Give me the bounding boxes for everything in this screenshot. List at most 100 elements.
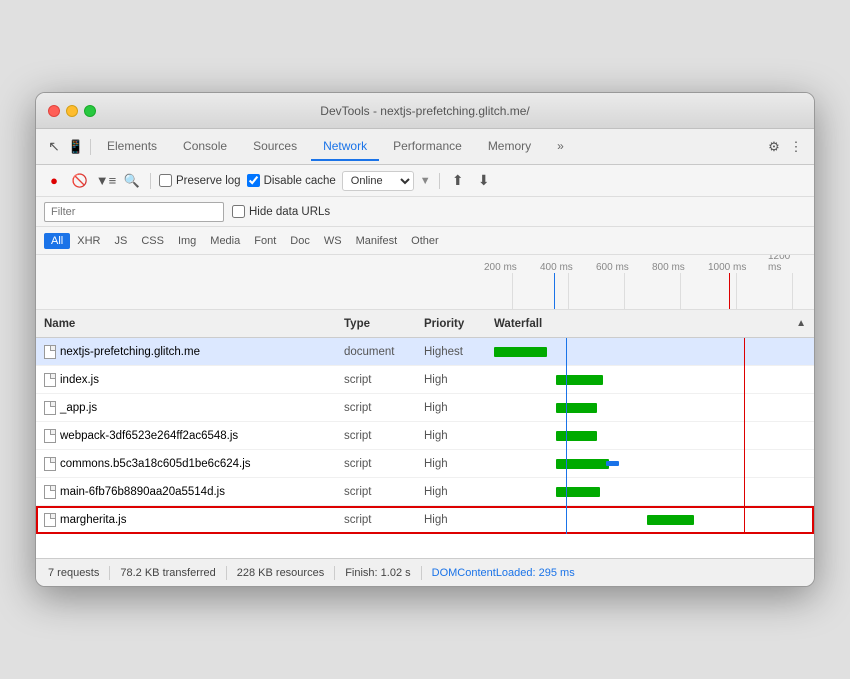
filter-input[interactable] (44, 202, 224, 222)
cursor-icon[interactable]: ↖ (44, 137, 64, 157)
table-row[interactable]: _app.js script High (36, 394, 814, 422)
cell-priority: High (424, 486, 494, 498)
wf-bar-green (556, 459, 609, 469)
grid-line-3 (680, 273, 681, 310)
tab-console[interactable]: Console (171, 133, 239, 161)
sep (334, 566, 335, 580)
status-dom-content-loaded[interactable]: DOMContentLoaded: 295 ms (432, 567, 575, 579)
grid-line-0 (512, 273, 513, 310)
throttle-arrow: ▼ (420, 175, 431, 187)
type-btn-manifest[interactable]: Manifest (349, 233, 405, 249)
table-row[interactable]: index.js script High (36, 366, 814, 394)
preserve-log-checkbox[interactable] (159, 174, 172, 187)
table-row[interactable]: main-6fb76b8890aa20a5514d.js script High (36, 478, 814, 506)
waterfall-header: 200 ms 400 ms 600 ms 800 ms 1000 ms 1200… (36, 255, 814, 310)
table-row-margherita[interactable]: margherita.js script High (36, 506, 814, 534)
type-btn-img[interactable]: Img (171, 233, 203, 249)
grid-line-2 (624, 273, 625, 310)
grid-line-1 (568, 273, 569, 310)
type-btn-css[interactable]: CSS (134, 233, 171, 249)
tab-memory[interactable]: Memory (476, 133, 543, 161)
table-row[interactable]: commons.b5c3a18c605d1be6c624.js script H… (36, 450, 814, 478)
col-header-type[interactable]: Type (344, 318, 424, 330)
col-header-priority[interactable]: Priority (424, 318, 494, 330)
type-btn-media[interactable]: Media (203, 233, 247, 249)
tab-performance[interactable]: Performance (381, 133, 474, 161)
cell-name: commons.b5c3a18c605d1be6c624.js (44, 457, 344, 471)
maximize-button[interactable] (84, 105, 96, 117)
table-row[interactable]: webpack-3df6523e264ff2ac6548.js script H… (36, 422, 814, 450)
sep (226, 566, 227, 580)
wf-blue-vert (566, 478, 567, 506)
type-btn-js[interactable]: JS (107, 233, 134, 249)
cell-waterfall (494, 478, 806, 505)
waterfall-lines (484, 273, 806, 310)
close-button[interactable] (48, 105, 60, 117)
hide-data-urls-label[interactable]: Hide data URLs (232, 205, 330, 218)
file-icon (44, 401, 56, 415)
tab-sources[interactable]: Sources (241, 133, 309, 161)
cell-name: webpack-3df6523e264ff2ac6548.js (44, 429, 344, 443)
file-icon (44, 373, 56, 387)
status-requests: 7 requests (48, 567, 99, 579)
cell-name: main-6fb76b8890aa20a5514d.js (44, 485, 344, 499)
wf-bar-blue (606, 461, 618, 466)
ruler-mark-4: 1000 ms (708, 262, 746, 273)
col-header-waterfall[interactable]: Waterfall ▲ (494, 318, 806, 330)
type-btn-all[interactable]: All (44, 233, 70, 249)
network-controls: ● 🚫 ▼≡ 🔍 Preserve log Disable cache Onli… (36, 165, 814, 197)
status-bar: 7 requests 78.2 KB transferred 228 KB re… (36, 558, 814, 586)
disable-cache-checkbox[interactable] (247, 174, 260, 187)
type-btn-other[interactable]: Other (404, 233, 446, 249)
col-header-name[interactable]: Name (44, 318, 344, 330)
waterfall-ruler: 200 ms 400 ms 600 ms 800 ms 1000 ms 1200… (484, 255, 806, 273)
wf-blue-vert (566, 366, 567, 394)
throttle-select[interactable]: Online Fast 3G Slow 3G (342, 171, 414, 191)
export-har-button[interactable]: ⬇ (474, 171, 494, 191)
tab-elements[interactable]: Elements (95, 133, 169, 161)
import-har-button[interactable]: ⬆ (448, 171, 468, 191)
type-btn-ws[interactable]: WS (317, 233, 349, 249)
cell-priority: High (424, 514, 494, 526)
filter-icon[interactable]: ▼≡ (96, 171, 116, 191)
tab-more[interactable]: » (545, 133, 576, 161)
preserve-log-label[interactable]: Preserve log (159, 174, 241, 187)
mobile-icon[interactable]: 📱 (66, 137, 86, 157)
cell-type: document (344, 346, 424, 358)
filter-bar: Hide data URLs (36, 197, 814, 227)
cell-waterfall (494, 366, 806, 393)
load-line (729, 273, 730, 310)
cell-name: index.js (44, 373, 344, 387)
cell-name: margherita.js (44, 513, 344, 527)
cell-type: script (344, 374, 424, 386)
type-btn-font[interactable]: Font (247, 233, 283, 249)
settings-icon[interactable]: ⚙ (764, 137, 784, 157)
clear-button[interactable]: 🚫 (70, 171, 90, 191)
wf-red-vert (744, 506, 745, 534)
waterfall-track (494, 346, 806, 358)
tab-network[interactable]: Network (311, 133, 379, 161)
type-btn-xhr[interactable]: XHR (70, 233, 107, 249)
titlebar: DevTools - nextjs-prefetching.glitch.me/ (36, 93, 814, 129)
record-button[interactable]: ● (44, 171, 64, 191)
more-icon[interactable]: ⋮ (786, 137, 806, 157)
wf-bar (556, 431, 597, 441)
ruler-mark-1: 400 ms (540, 262, 573, 273)
cell-waterfall (494, 450, 806, 477)
hide-data-urls-checkbox[interactable] (232, 205, 245, 218)
disable-cache-label[interactable]: Disable cache (247, 174, 336, 187)
window-title: DevTools - nextjs-prefetching.glitch.me/ (320, 104, 529, 118)
search-icon[interactable]: 🔍 (122, 171, 142, 191)
wf-blue-vert (566, 394, 567, 422)
dom-content-loaded-line (554, 273, 555, 310)
table-row[interactable]: nextjs-prefetching.glitch.me document Hi… (36, 338, 814, 366)
cell-waterfall (494, 394, 806, 421)
cell-type: script (344, 458, 424, 470)
type-btn-doc[interactable]: Doc (283, 233, 317, 249)
minimize-button[interactable] (66, 105, 78, 117)
cell-type: script (344, 514, 424, 526)
wf-red-vert (744, 366, 745, 394)
table-body: nextjs-prefetching.glitch.me document Hi… (36, 338, 814, 558)
wf-blue-vert (566, 506, 567, 534)
cell-name: _app.js (44, 401, 344, 415)
